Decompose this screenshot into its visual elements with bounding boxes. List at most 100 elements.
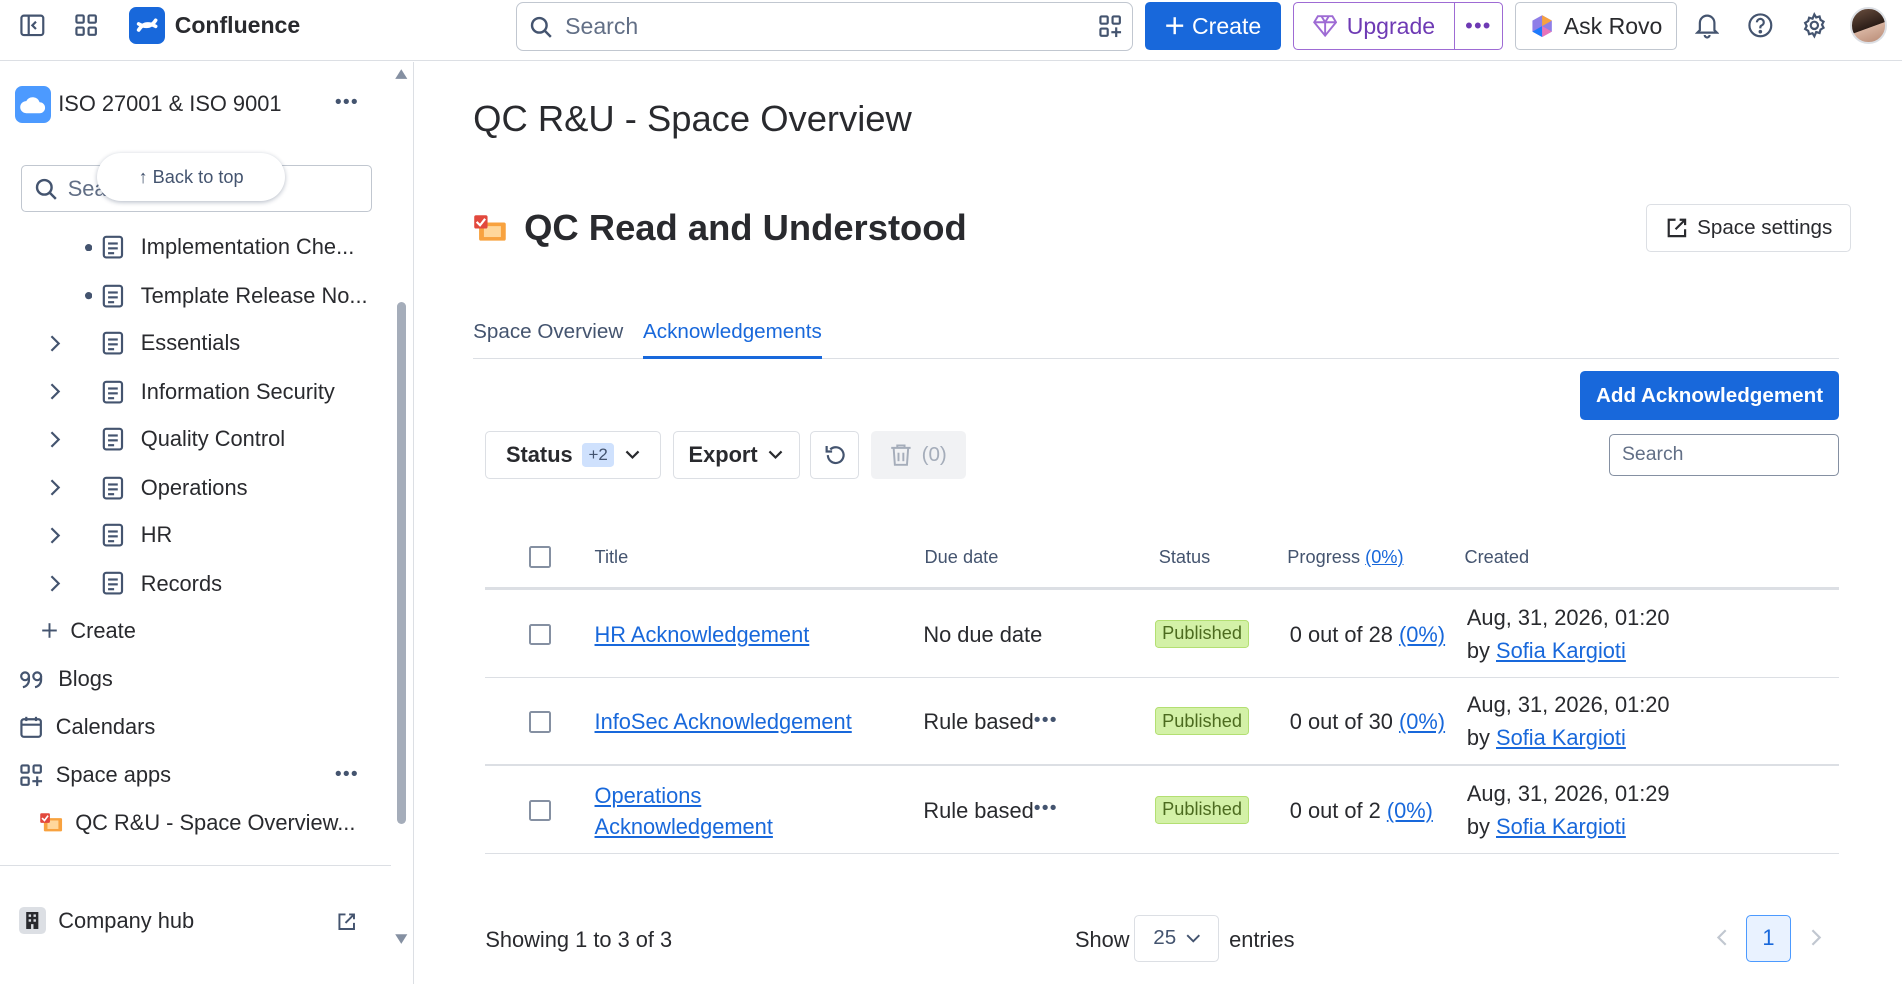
column-header-progress[interactable]: Progress (0%) xyxy=(1287,547,1403,568)
row-progress-text: 0 out of 28 xyxy=(1289,621,1393,647)
space-settings-label: Space settings xyxy=(1697,216,1833,240)
upgrade-button[interactable]: Upgrade xyxy=(1294,3,1455,49)
space-sidebar: ISO 27001 & ISO 9001 ••• Sea ↑ Back to t… xyxy=(0,61,414,984)
space-name: ISO 27001 & ISO 9001 xyxy=(58,91,282,117)
sidebar-tree-item-operations[interactable]: Operations xyxy=(0,470,248,506)
row-title-link[interactable]: HR Acknowledgement xyxy=(595,620,810,650)
chevron-right-icon[interactable] xyxy=(0,431,68,448)
trash-icon xyxy=(891,444,911,466)
upgrade-button-group: Upgrade ••• xyxy=(1293,2,1504,50)
row-progress-pct[interactable]: (0%) xyxy=(1387,798,1433,823)
table-search-input[interactable]: Search xyxy=(1608,434,1840,476)
space-more-button[interactable]: ••• xyxy=(335,91,359,114)
row-checkbox[interactable] xyxy=(528,710,551,733)
column-header-due-date[interactable]: Due date xyxy=(925,547,999,568)
sidebar-footer: Company hub xyxy=(0,865,391,984)
main-content: QC R&U - Space Overview QC Read and Unde… xyxy=(414,62,1902,984)
delete-selected-button[interactable]: (0) xyxy=(871,430,966,480)
sidebar-scroll-thumb[interactable] xyxy=(396,302,407,824)
sidebar-tree-item-quality-control[interactable]: Quality Control xyxy=(0,421,285,457)
sidebar-item-calendars[interactable]: Calendars xyxy=(19,709,155,745)
row-author-link[interactable]: Sofia Kargioti xyxy=(1496,814,1626,839)
chevron-right-icon[interactable] xyxy=(0,383,68,400)
column-header-status[interactable]: Status xyxy=(1159,547,1211,568)
next-page-chevron-icon[interactable] xyxy=(1810,929,1822,946)
upgrade-more-button[interactable]: ••• xyxy=(1455,13,1503,39)
chevron-right-icon[interactable] xyxy=(0,335,68,352)
user-avatar[interactable] xyxy=(1850,7,1887,44)
row-title-link[interactable]: InfoSec Acknowledgement xyxy=(595,707,852,737)
sidebar-tree-item-hr[interactable]: HR xyxy=(0,517,172,553)
tab-acknowledgements[interactable]: Acknowledgements xyxy=(643,320,822,360)
company-hub-link[interactable]: Company hub xyxy=(19,902,194,938)
due-date-more-button[interactable]: ••• xyxy=(1034,793,1058,823)
due-date-more-button[interactable]: ••• xyxy=(1034,705,1058,735)
export-label: Export xyxy=(688,441,758,467)
page-size-select[interactable]: 25 xyxy=(1134,914,1220,963)
sidebar-blogs-label: Blogs xyxy=(58,666,113,692)
sidebar-create-label: Create xyxy=(70,617,136,643)
sidebar-create-button[interactable]: Create xyxy=(41,613,136,649)
row-progress-pct[interactable]: (0%) xyxy=(1399,622,1445,647)
row-title-link[interactable]: Operations Acknowledgement xyxy=(595,781,773,842)
row-progress-pct[interactable]: (0%) xyxy=(1399,709,1445,734)
read-understood-app-icon xyxy=(40,812,62,832)
row-author-link[interactable]: Sofia Kargioti xyxy=(1496,638,1626,663)
row-created-by-prefix: by xyxy=(1466,813,1490,839)
row-due-date: Rule based xyxy=(923,709,1034,735)
settings-gear-icon[interactable] xyxy=(1794,6,1833,45)
space-settings-button[interactable]: Space settings xyxy=(1646,203,1852,253)
external-link-icon[interactable] xyxy=(337,912,356,931)
chevron-down-icon xyxy=(769,450,783,459)
status-badge: Published xyxy=(1155,707,1250,736)
select-all-checkbox[interactable] xyxy=(528,545,551,568)
row-checkbox[interactable] xyxy=(528,799,551,822)
sidebar-tree-item-essentials[interactable]: Essentials xyxy=(0,325,240,361)
column-header-created[interactable]: Created xyxy=(1464,547,1529,568)
sidebar-item-qc-ru-app[interactable]: QC R&U - Space Overview... xyxy=(39,804,355,840)
sidebar-tree-label: Information Security xyxy=(140,378,335,404)
scroll-up-arrow-icon[interactable] xyxy=(394,68,409,80)
export-dropdown[interactable]: Export xyxy=(673,430,800,480)
sidebar-tree-item-records[interactable]: Records xyxy=(0,565,222,601)
sidebar-tree-item[interactable]: Implementation Che... xyxy=(0,229,354,265)
column-header-title[interactable]: Title xyxy=(595,547,629,568)
add-acknowledgement-button[interactable]: Add Acknowledgement xyxy=(1579,371,1840,420)
space-header[interactable]: ISO 27001 & ISO 9001 xyxy=(14,86,282,123)
help-icon[interactable] xyxy=(1741,6,1780,45)
space-apps-more-button[interactable]: ••• xyxy=(335,763,359,786)
row-created-by: by Sofia Kargioti xyxy=(1467,812,1626,842)
confluence-home-link[interactable]: Confluence xyxy=(128,7,300,44)
status-filter-dropdown[interactable]: Status +2 xyxy=(485,430,662,480)
chevron-right-icon[interactable] xyxy=(0,575,68,592)
tab-space-overview[interactable]: Space Overview xyxy=(473,320,623,359)
row-created-date: Aug, 31, 2026, 01:29 xyxy=(1466,780,1670,806)
sidebar-tree-label: HR xyxy=(140,522,173,548)
row-checkbox[interactable] xyxy=(528,623,551,646)
sidebar-toggle-icon[interactable] xyxy=(13,6,52,45)
page-button-1[interactable]: 1 xyxy=(1745,914,1791,963)
chevron-right-icon[interactable] xyxy=(0,479,68,496)
row-created-by: by Sofia Kargioti xyxy=(1467,723,1626,753)
row-title-line-2: Acknowledgement xyxy=(594,813,773,839)
confluence-logo-icon xyxy=(128,7,165,44)
back-to-top-button[interactable]: ↑ Back to top xyxy=(97,152,286,202)
sidebar-tree-item[interactable]: Template Release No... xyxy=(0,278,368,314)
global-search-input[interactable]: Search xyxy=(515,2,1134,51)
ask-rovo-button[interactable]: Ask Rovo xyxy=(1515,2,1677,50)
sidebar-item-blogs[interactable]: Blogs xyxy=(19,661,113,697)
bullet-icon xyxy=(0,243,102,252)
sidebar-item-space-apps[interactable]: Space apps xyxy=(19,757,171,793)
create-button[interactable]: Create xyxy=(1145,2,1282,50)
sidebar-tree-item-information-security[interactable]: Information Security xyxy=(0,374,335,410)
chevron-right-icon[interactable] xyxy=(0,527,68,544)
column-header-progress-pct[interactable]: (0%) xyxy=(1365,547,1403,567)
search-filters-icon[interactable] xyxy=(1098,14,1122,38)
refresh-button[interactable] xyxy=(810,430,859,480)
page-icon xyxy=(102,235,129,259)
app-switcher-icon[interactable] xyxy=(67,6,106,45)
notifications-bell-icon[interactable] xyxy=(1688,6,1727,45)
scroll-down-arrow-icon[interactable] xyxy=(394,933,409,945)
row-author-link[interactable]: Sofia Kargioti xyxy=(1496,725,1626,750)
previous-page-chevron-icon[interactable] xyxy=(1716,929,1728,946)
